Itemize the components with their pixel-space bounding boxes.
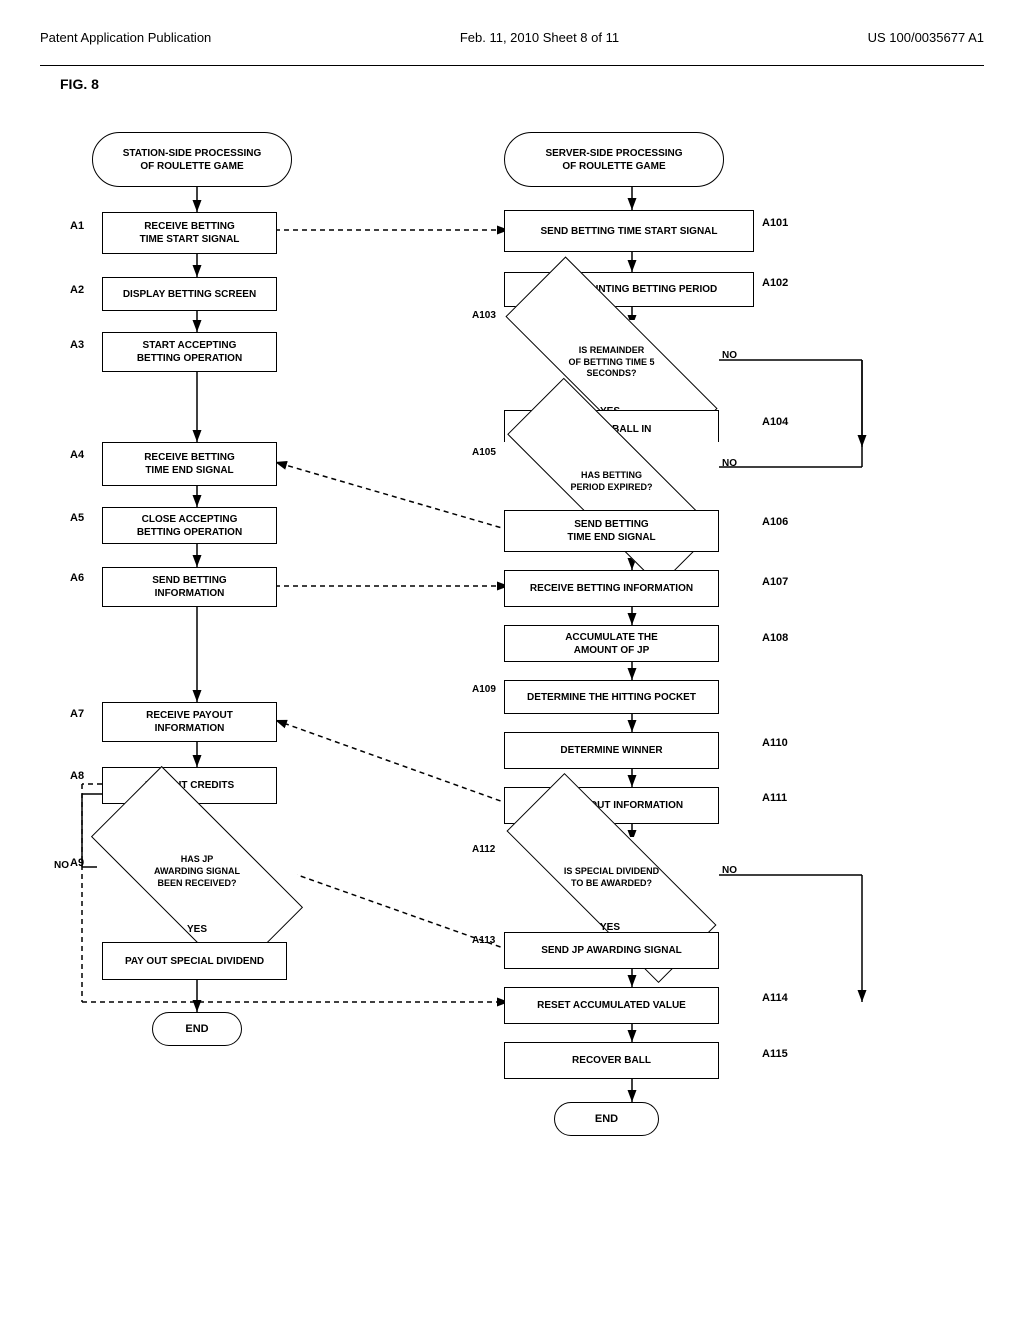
no-label-A105: NO — [722, 458, 737, 469]
fig-label: FIG. 8 — [60, 76, 984, 92]
page-header: Patent Application Publication Feb. 11, … — [40, 20, 984, 66]
label-A112: A112 — [472, 844, 495, 855]
header-center: Feb. 11, 2010 Sheet 8 of 11 — [460, 30, 619, 45]
label-A101: A101 — [762, 217, 788, 229]
box-A4: RECEIVE BETTING TIME END SIGNAL — [102, 442, 277, 486]
label-A115: A115 — [762, 1048, 788, 1060]
label-A6: A6 — [70, 572, 84, 584]
box-A107: RECEIVE BETTING INFORMATION — [504, 570, 719, 607]
box-A106: SEND BETTING TIME END SIGNAL — [504, 510, 719, 552]
box-A2: DISPLAY BETTING SCREEN — [102, 277, 277, 311]
label-A113: A113 — [472, 935, 495, 946]
label-A114: A114 — [762, 992, 788, 1004]
label-A8: A8 — [70, 770, 84, 782]
box-A10: PAY OUT SPECIAL DIVIDEND — [102, 942, 287, 980]
label-A4: A4 — [70, 449, 84, 461]
header-left: Patent Application Publication — [40, 30, 211, 45]
label-A103-left: A103 — [472, 310, 496, 321]
no-label-A112: NO — [722, 865, 737, 876]
diamond-A9: HAS JP AWARDING SIGNAL BEEN RECEIVED? — [97, 822, 297, 922]
header-right: US 100/0035677 A1 — [868, 30, 984, 45]
page: Patent Application Publication Feb. 11, … — [0, 0, 1024, 1320]
label-A9: A9 — [70, 857, 84, 869]
no-label-A9: NO — [54, 860, 69, 871]
yes-label-A9: YES — [187, 924, 207, 935]
box-A101: SEND BETTING TIME START SIGNAL — [504, 210, 754, 252]
label-A105-left: A105 — [472, 447, 496, 458]
label-A7: A7 — [70, 708, 84, 720]
label-A106: A106 — [762, 516, 788, 528]
diamond-A112: IS SPECIAL DIVIDEND TO BE AWARDED? — [504, 837, 719, 919]
end-right: END — [554, 1102, 659, 1136]
end-left: END — [152, 1012, 242, 1046]
server-title: SERVER-SIDE PROCESSING OF ROULETTE GAME — [504, 132, 724, 187]
box-A5: CLOSE ACCEPTING BETTING OPERATION — [102, 507, 277, 544]
label-A107: A107 — [762, 576, 788, 588]
label-A110: A110 — [762, 737, 788, 749]
box-A115: RECOVER BALL — [504, 1042, 719, 1079]
label-A111: A111 — [762, 792, 787, 804]
diagram-area: FIG. 8 — [40, 76, 984, 1252]
label-A104: A104 — [762, 416, 788, 428]
box-A7: RECEIVE PAYOUT INFORMATION — [102, 702, 277, 742]
label-A2: A2 — [70, 284, 84, 296]
box-A6: SEND BETTING INFORMATION — [102, 567, 277, 607]
box-A3: START ACCEPTING BETTING OPERATION — [102, 332, 277, 372]
flowchart: STATION-SIDE PROCESSING OF ROULETTE GAME… — [42, 102, 982, 1252]
diamond-A103: IS REMAINDER OF BETTING TIME 5 SECONDS? — [504, 320, 719, 405]
box-A110: DETERMINE WINNER — [504, 732, 719, 769]
label-A109: A109 — [472, 684, 496, 695]
label-A1: A1 — [70, 220, 84, 232]
label-A5: A5 — [70, 512, 84, 524]
box-A108: ACCUMULATE THE AMOUNT OF JP — [504, 625, 719, 662]
box-A113: SEND JP AWARDING SIGNAL — [504, 932, 719, 969]
box-A109: DETERMINE THE HITTING POCKET — [504, 680, 719, 714]
box-A114: RESET ACCUMULATED VALUE — [504, 987, 719, 1024]
label-A102: A102 — [762, 277, 788, 289]
label-A3: A3 — [70, 339, 84, 351]
box-A1: RECEIVE BETTING TIME START SIGNAL — [102, 212, 277, 254]
label-A108: A108 — [762, 632, 788, 644]
station-title: STATION-SIDE PROCESSING OF ROULETTE GAME — [92, 132, 292, 187]
no-label-A103: NO — [722, 350, 737, 361]
